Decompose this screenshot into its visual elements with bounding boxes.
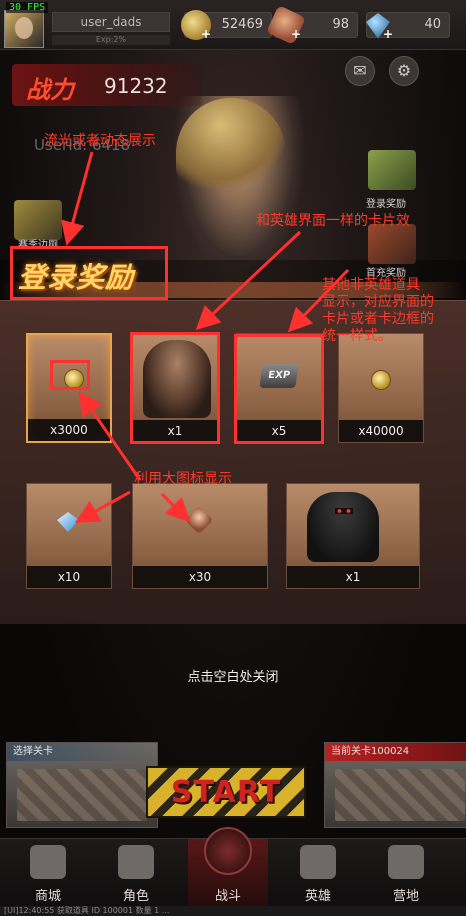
nav-battle[interactable]: 战斗	[188, 827, 268, 907]
skull-battle-icon	[204, 827, 252, 875]
nav-label: 英雄	[304, 889, 331, 904]
medal-value: 98	[332, 17, 349, 32]
gold-value: 52469	[221, 17, 263, 32]
start-label: START	[170, 775, 282, 810]
stage-map-thumbnail	[17, 769, 147, 821]
start-button[interactable]: START	[146, 766, 306, 818]
top-status-bar: user_dads Exp:2% + 52469 + 98 + 40	[0, 0, 466, 50]
plus-icon: +	[383, 27, 394, 41]
current-stage-card[interactable]: 当前关卡100024	[324, 742, 466, 828]
annotation-other-items-4: 统一样式。	[322, 328, 392, 344]
annotation-other-items-2: 显示，对应界面的	[322, 294, 434, 310]
nav-heroes[interactable]: 英雄	[278, 839, 358, 907]
power-value: 91232	[104, 74, 168, 98]
reward-qty: x3000	[28, 419, 110, 441]
reward-card[interactable]: x10	[26, 483, 112, 589]
nav-label: 商城	[34, 889, 61, 904]
reward-panel: x3000 x1 EXP x5 x40000 x10 x30 x1	[0, 300, 466, 624]
stage-map-thumbnail	[335, 769, 465, 821]
annotation-box	[10, 246, 168, 300]
shop-icon	[30, 845, 66, 879]
combat-power: 战力 91232	[12, 64, 202, 106]
reward-qty: x30	[133, 566, 267, 588]
gear-icon: ⚙	[396, 61, 412, 80]
plus-icon: +	[201, 27, 212, 41]
current-stage-title: 当前关卡100024	[325, 743, 466, 761]
close-hint[interactable]: 点击空白处关闭	[0, 666, 466, 685]
bottom-nav: 商城 角色 战斗 英雄 营地	[0, 827, 466, 907]
nav-label: 战斗	[214, 889, 241, 904]
annotation-card-effect: 和英雄界面一样的卡片效	[256, 213, 410, 229]
annotation-other-items-3: 卡片或者卡边框的	[322, 311, 434, 327]
nav-shop[interactable]: 商城	[8, 839, 88, 907]
power-label: 战力	[26, 76, 74, 104]
fps-counter: 30 FPS	[6, 2, 49, 13]
reward-qty: x10	[27, 566, 111, 588]
annotation-box	[130, 332, 220, 444]
masked-soldier-portrait	[307, 492, 379, 562]
reward-qty: x1	[287, 566, 419, 588]
mail-button[interactable]: ✉	[345, 56, 375, 86]
gold-resource[interactable]: + 52469	[181, 10, 272, 41]
annotation-flash: 流光或者动态展示	[44, 133, 156, 149]
player-exp: Exp:2%	[52, 35, 170, 45]
settings-button[interactable]: ⚙	[389, 56, 419, 86]
annotation-other-items-1: 其他非英雄道具	[322, 277, 420, 293]
season-event-button[interactable]	[14, 200, 62, 240]
heroes-icon	[300, 845, 336, 879]
avatar[interactable]	[4, 10, 44, 48]
select-stage-card[interactable]: 选择关卡	[6, 742, 158, 828]
diamond-icon	[57, 512, 79, 532]
diamond-value: 40	[424, 17, 441, 32]
medal-resource[interactable]: + 98	[266, 5, 358, 45]
gold-coin-icon	[371, 370, 391, 390]
nav-character[interactable]: 角色	[96, 839, 176, 907]
reward-card[interactable]: x40000	[338, 333, 424, 443]
reward-card[interactable]: x1	[286, 483, 420, 589]
character-icon	[118, 845, 154, 879]
annotation-box	[50, 360, 90, 390]
mail-icon: ✉	[353, 61, 367, 80]
reward-qty: x40000	[339, 420, 423, 442]
nav-label: 营地	[392, 889, 419, 904]
select-stage-title: 选择关卡	[7, 743, 157, 761]
login-reward-button[interactable]	[368, 150, 416, 190]
first-recharge-button[interactable]	[368, 224, 416, 264]
annotation-big-icon: 利用大图标显示	[134, 471, 232, 487]
player-name: user_dads	[52, 12, 170, 32]
log-ticker: [UI]12:40:55 获取道具 ID 100001 数量 1 ...	[0, 906, 466, 916]
annotation-box	[234, 334, 324, 444]
reward-card[interactable]: x30	[132, 483, 268, 589]
camp-icon	[388, 845, 424, 879]
nav-label: 角色	[122, 889, 149, 904]
diamond-resource[interactable]: + 40	[366, 12, 450, 41]
plus-icon: +	[291, 27, 302, 41]
nav-camp[interactable]: 营地	[366, 839, 446, 907]
login-reward-label: 登录奖励	[366, 199, 406, 210]
medal-icon	[184, 505, 214, 535]
